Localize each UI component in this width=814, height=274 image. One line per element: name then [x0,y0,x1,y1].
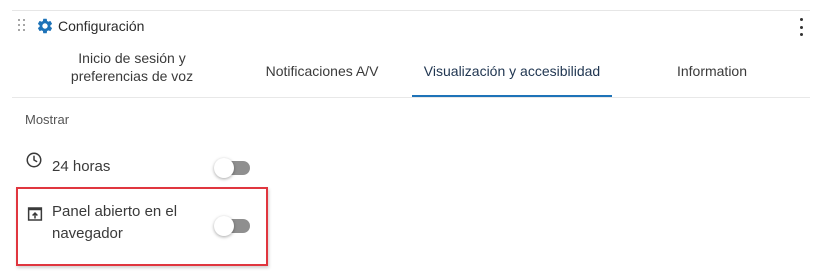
section-label: Mostrar [25,112,70,127]
drag-handle-icon[interactable] [18,19,26,33]
active-tab-indicator [412,95,612,97]
highlight-box [16,187,268,266]
tab-bar: Inicio de sesión y preferencias de voz N… [12,45,810,98]
tab-label: Visualización y accesibilidad [423,63,601,79]
tab-information[interactable]: Information [612,45,812,97]
toggle-24h[interactable] [214,158,250,178]
tab-login-voice[interactable]: Inicio de sesión y preferencias de voz [32,41,232,93]
setting-row-24h: 24 horas [12,149,312,185]
toggle-knob [214,158,234,178]
clock-icon [26,152,42,168]
tab-label-line1: Inicio de sesión y [78,50,186,66]
tab-display-accessibility[interactable]: Visualización y accesibilidad [412,45,612,97]
panel-title: Configuración [58,18,145,34]
tab-label: Information [676,63,748,79]
tab-label: Notificaciones A/V [265,63,379,79]
more-vert-icon[interactable] [798,18,804,36]
tab-notifications-av[interactable]: Notificaciones A/V [232,45,412,97]
tab-label-line2: preferencias de voz [70,68,194,84]
settings-panel: Configuración Inicio de sesión y prefere… [12,10,810,274]
gear-icon [37,18,53,34]
panel-header: Configuración [12,11,810,43]
setting-label: 24 horas [52,158,111,175]
